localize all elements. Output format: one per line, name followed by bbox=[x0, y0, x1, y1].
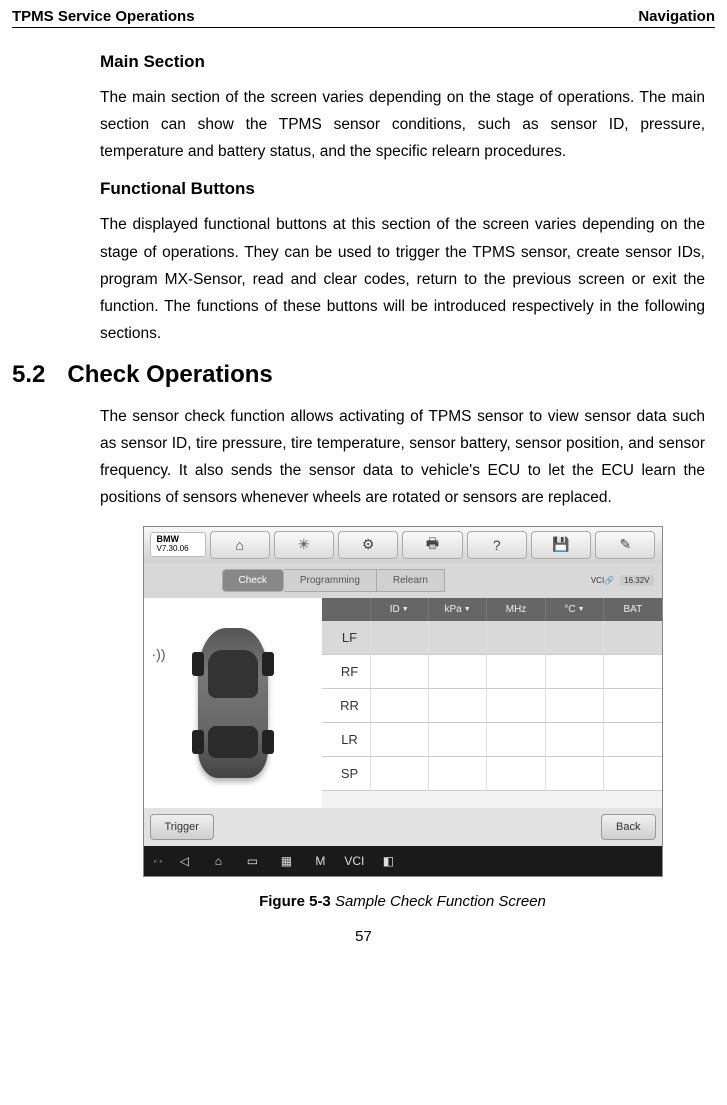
wheel-rl-icon bbox=[192, 730, 204, 754]
recent-icon[interactable]: ▭ bbox=[240, 850, 264, 872]
figure-tabs: Check Programming Relearn VCI🔗 16.32V bbox=[144, 563, 662, 598]
figure-caption: Figure 5-3 Sample Check Function Screen bbox=[100, 893, 705, 910]
table-row[interactable]: LF bbox=[322, 621, 662, 655]
brand-version: V7.30.06 bbox=[157, 545, 199, 554]
wheel-rr-icon bbox=[262, 730, 274, 754]
app-m-icon[interactable]: M bbox=[308, 850, 332, 872]
figure-caption-text: Sample Check Function Screen bbox=[335, 893, 546, 910]
table-header: ID▼ kPa▼ MHz °C▼ BAT bbox=[322, 598, 662, 621]
col-id[interactable]: ID▼ bbox=[370, 598, 428, 621]
system-nav-bar: ◦ ◦ ◁ ⌂ ▭ ▦ M VCI ◧ bbox=[144, 846, 662, 876]
home-icon[interactable]: ⌂ bbox=[206, 850, 230, 872]
nav-pager: ◦ ◦ bbox=[154, 850, 163, 872]
para-check-operations: The sensor check function allows activat… bbox=[100, 403, 705, 512]
col-kpa[interactable]: kPa▼ bbox=[428, 598, 486, 621]
table-row[interactable]: RF bbox=[322, 655, 662, 689]
table-row[interactable]: RR bbox=[322, 689, 662, 723]
figure-label: Figure 5-3 bbox=[259, 893, 331, 910]
header-right: Navigation bbox=[638, 8, 715, 25]
figure-toolbar: BMW V7.30.06 ⌂ ✳ ⚙ 🖶 ? 💾 ✎ bbox=[144, 527, 662, 563]
para-functional-buttons: The displayed functional buttons at this… bbox=[100, 211, 705, 347]
chevron-down-icon: ▼ bbox=[402, 606, 409, 613]
home-icon[interactable]: ⌂ bbox=[210, 531, 270, 559]
row-pos: SP bbox=[322, 766, 370, 781]
wheel-fr-icon bbox=[262, 652, 274, 676]
voltage-badge: 16.32V bbox=[620, 575, 653, 586]
col-bat[interactable]: BAT bbox=[603, 598, 661, 621]
signal-icon: ·)) bbox=[152, 646, 166, 662]
row-pos: RF bbox=[322, 664, 370, 679]
back-button[interactable]: Back bbox=[601, 814, 655, 840]
tab-relearn[interactable]: Relearn bbox=[377, 569, 445, 592]
table-row[interactable]: SP bbox=[322, 757, 662, 791]
help-icon[interactable]: ? bbox=[467, 531, 527, 559]
trigger-button[interactable]: Trigger bbox=[150, 814, 214, 840]
heading-functional-buttons: Functional Buttons bbox=[100, 179, 705, 199]
row-pos: LR bbox=[322, 732, 370, 747]
vci-label: VCI🔗 bbox=[591, 576, 614, 585]
settings-icon[interactable]: ⚙ bbox=[338, 531, 398, 559]
vci-nav-icon[interactable]: VCI bbox=[342, 850, 366, 872]
col-mhz[interactable]: MHz bbox=[486, 598, 544, 621]
section-title-check-operations: Check Operations bbox=[67, 361, 272, 389]
heading-main-section: Main Section bbox=[100, 52, 705, 72]
figure-check-screen: BMW V7.30.06 ⌂ ✳ ⚙ 🖶 ? 💾 ✎ Check Program… bbox=[143, 526, 663, 877]
brand-box: BMW V7.30.06 bbox=[150, 532, 206, 557]
tab-check[interactable]: Check bbox=[222, 569, 284, 592]
back-icon[interactable]: ◁ bbox=[172, 850, 196, 872]
car-graphic bbox=[198, 628, 268, 778]
wheel-fl-icon bbox=[192, 652, 204, 676]
print-icon[interactable]: 🖶 bbox=[402, 531, 462, 559]
car-pane: ·)) bbox=[144, 598, 322, 808]
page-number: 57 bbox=[12, 928, 715, 945]
row-pos: RR bbox=[322, 698, 370, 713]
header-left: TPMS Service Operations bbox=[12, 8, 195, 25]
gear-icon[interactable]: ✳ bbox=[274, 531, 334, 559]
apps-icon[interactable]: ▦ bbox=[274, 850, 298, 872]
save-icon[interactable]: 💾 bbox=[531, 531, 591, 559]
tab-programming[interactable]: Programming bbox=[284, 569, 377, 592]
col-c[interactable]: °C▼ bbox=[545, 598, 603, 621]
chevron-down-icon: ▼ bbox=[464, 606, 471, 613]
data-table: ID▼ kPa▼ MHz °C▼ BAT LF RF bbox=[322, 598, 662, 808]
camera-icon[interactable]: ◧ bbox=[376, 850, 400, 872]
chevron-down-icon: ▼ bbox=[578, 606, 585, 613]
figure-bottom-bar: Trigger Back bbox=[144, 808, 662, 846]
edit-icon[interactable]: ✎ bbox=[595, 531, 655, 559]
para-main-section: The main section of the screen varies de… bbox=[100, 84, 705, 165]
section-number: 5.2 bbox=[12, 361, 45, 389]
row-pos: LF bbox=[322, 630, 370, 645]
table-row[interactable]: LR bbox=[322, 723, 662, 757]
